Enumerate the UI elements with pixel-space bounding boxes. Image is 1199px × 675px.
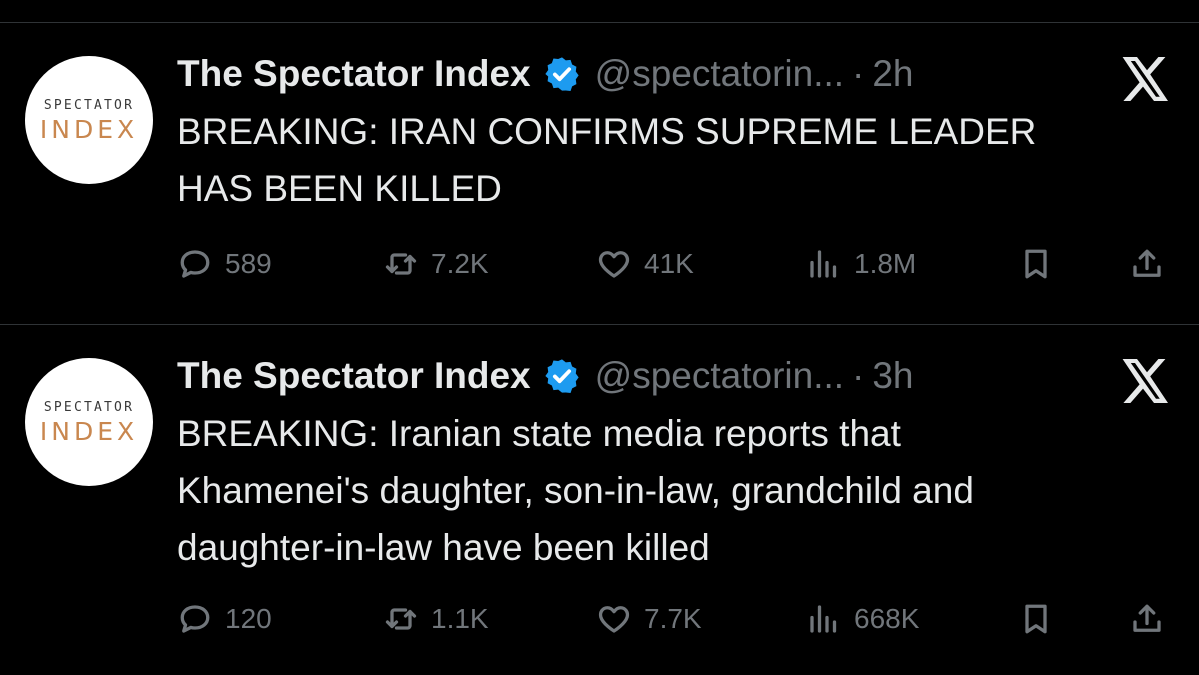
tweet-text-line: daughter-in-law have been killed xyxy=(177,527,710,568)
repost-icon xyxy=(385,253,417,275)
tweet-text-line: Khamenei's daughter, son-in-law, grandch… xyxy=(177,470,974,511)
views-count: 668K xyxy=(854,603,920,634)
share-button[interactable] xyxy=(1129,246,1165,282)
views-icon xyxy=(810,605,837,633)
verified-badge-icon xyxy=(545,57,579,91)
heart-icon xyxy=(598,251,630,278)
action-bar: 120 1.1K 7.7K 668K xyxy=(0,601,1199,641)
views-count: 1.8M xyxy=(854,248,917,279)
tweet-text: BREAKING: Iranian state media reports th… xyxy=(177,405,1167,576)
avatar-logo-line1: SPECTATOR xyxy=(43,98,135,113)
like-count: 41K xyxy=(644,248,694,279)
reply-count: 589 xyxy=(225,248,272,279)
x-logo-icon xyxy=(1122,359,1168,403)
author-name[interactable]: The Spectator Index xyxy=(177,53,531,95)
avatar-logo-line2: INDEX xyxy=(39,417,139,446)
separator-dot: · xyxy=(852,355,865,396)
views-icon xyxy=(810,250,837,278)
repost-count: 1.1K xyxy=(431,603,489,634)
tweet-text: BREAKING: IRAN CONFIRMS SUPREME LEADER H… xyxy=(177,103,1167,217)
avatar[interactable]: SPECTATOR INDEX xyxy=(25,56,153,184)
separator-dot: · xyxy=(852,53,865,94)
tweet-text-line: HAS BEEN KILLED xyxy=(177,168,502,209)
tweet-text-line: BREAKING: IRAN CONFIRMS SUPREME LEADER xyxy=(177,111,1037,152)
reply-icon xyxy=(180,250,210,278)
repost-button[interactable]: 1.1K xyxy=(383,601,489,637)
tweet-header: The Spectator Index @spectatorin... · 2h xyxy=(177,51,914,97)
heart-icon xyxy=(598,606,630,633)
like-button[interactable]: 41K xyxy=(596,246,694,282)
tweet-header: The Spectator Index @spectatorin... · 3h xyxy=(177,353,914,399)
bookmark-icon xyxy=(1025,604,1047,634)
share-button[interactable] xyxy=(1129,601,1165,637)
repost-count: 7.2K xyxy=(431,248,489,279)
reply-icon xyxy=(180,605,210,633)
author-handle[interactable]: @spectatorin... xyxy=(595,53,844,95)
avatar[interactable]: SPECTATOR INDEX xyxy=(25,358,153,486)
tweet-card[interactable]: SPECTATOR INDEX The Spectator Index @spe… xyxy=(0,23,1199,323)
reply-button[interactable]: 120 xyxy=(177,601,272,637)
views-button[interactable]: 1.8M xyxy=(806,246,916,282)
share-icon xyxy=(1133,249,1161,277)
reply-count: 120 xyxy=(225,603,272,634)
timestamp[interactable]: 3h xyxy=(872,355,913,397)
like-count: 7.7K xyxy=(644,603,702,634)
views-button[interactable]: 668K xyxy=(806,601,919,637)
bookmark-button[interactable] xyxy=(1018,601,1054,637)
bookmark-icon xyxy=(1025,249,1047,279)
author-handle[interactable]: @spectatorin... xyxy=(595,355,844,397)
avatar-logo-line1: SPECTATOR xyxy=(43,400,135,415)
repost-button[interactable]: 7.2K xyxy=(383,246,489,282)
x-logo-icon xyxy=(1122,57,1168,101)
tweet-text-line: BREAKING: Iranian state media reports th… xyxy=(177,413,901,454)
share-icon xyxy=(1133,604,1161,632)
avatar-logo-line2: INDEX xyxy=(39,115,139,144)
repost-icon xyxy=(385,608,417,630)
timestamp[interactable]: 2h xyxy=(872,53,913,95)
like-button[interactable]: 7.7K xyxy=(596,601,702,637)
verified-badge-icon xyxy=(545,359,579,393)
action-bar: 589 7.2K 41K 1.8M xyxy=(0,246,1199,286)
author-name[interactable]: The Spectator Index xyxy=(177,355,531,397)
reply-button[interactable]: 589 xyxy=(177,246,272,282)
tweet-card[interactable]: SPECTATOR INDEX The Spectator Index @spe… xyxy=(0,325,1199,634)
bookmark-button[interactable] xyxy=(1018,246,1054,282)
